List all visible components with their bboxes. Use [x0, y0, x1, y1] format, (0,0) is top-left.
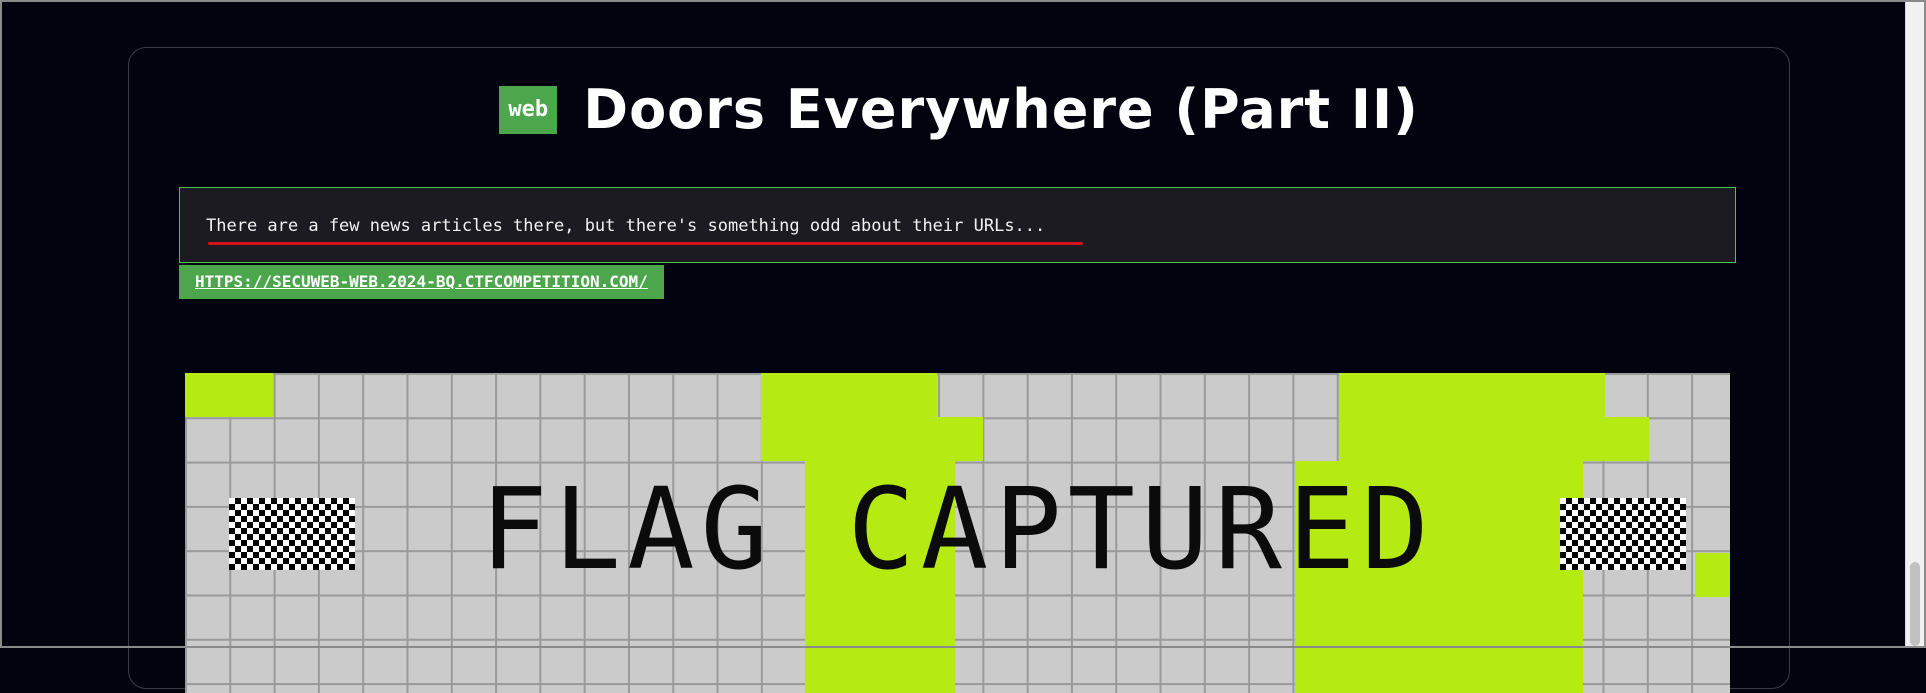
challenge-title: Doors Everywhere (Part II)	[583, 78, 1419, 141]
challenge-url-link[interactable]: HTTPS://SECUWEB-WEB.2024-BQ.CTFCOMPETITI…	[179, 265, 664, 299]
lime-block	[185, 373, 273, 417]
lime-block	[1339, 417, 1649, 461]
challenge-description: There are a few news articles there, but…	[206, 216, 1046, 236]
red-underline-annotation	[208, 242, 1083, 245]
scrollbar-thumb[interactable]	[1910, 562, 1920, 646]
challenge-header: web Doors Everywhere (Part II)	[129, 78, 1789, 141]
challenge-card: web Doors Everywhere (Part II) There are…	[128, 47, 1790, 693]
page-scrollbar[interactable]	[1905, 2, 1924, 646]
challenge-description-box: There are a few news articles there, but…	[179, 187, 1736, 263]
category-badge: web	[499, 85, 558, 134]
flag-captured-image: FLAG CAPTURED	[185, 373, 1730, 693]
lime-block	[761, 417, 983, 461]
flag-captured-text: FLAG CAPTURED	[480, 465, 1435, 595]
